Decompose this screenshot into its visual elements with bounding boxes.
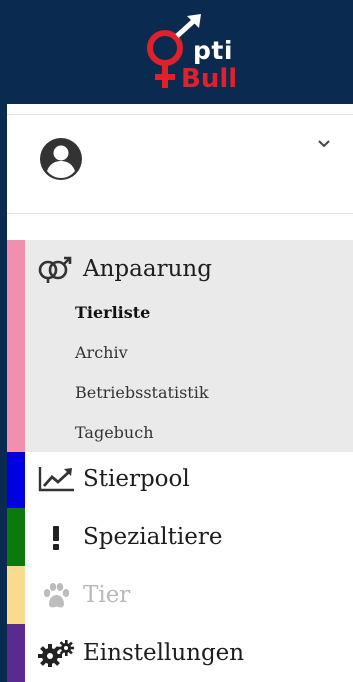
logo-text-bull: Bull bbox=[181, 64, 238, 94]
chart-line-icon bbox=[35, 465, 77, 493]
gender-mars-venus-icon bbox=[35, 255, 77, 283]
section-stripe-einstellungen bbox=[7, 624, 25, 682]
sidebar-menu: Anpaarung Tierliste Archiv Betriebsstati… bbox=[7, 240, 353, 682]
submenu-item-betriebsstatistik[interactable]: Betriebsstatistik bbox=[75, 380, 209, 420]
logo-text-opti: pti bbox=[193, 36, 233, 65]
menu-section-stierpool: Stierpool bbox=[7, 452, 353, 508]
menu-item-anpaarung[interactable]: Anpaarung bbox=[35, 254, 212, 284]
sidebar-frame bbox=[0, 0, 7, 682]
user-circle-icon[interactable] bbox=[39, 137, 83, 181]
section-stripe-spezialtiere bbox=[7, 508, 25, 566]
app-header: pti Bull bbox=[7, 0, 353, 104]
menu-label-anpaarung: Anpaarung bbox=[83, 256, 212, 282]
submenu-anpaarung: Tierliste Archiv Betriebsstatistik Tageb… bbox=[75, 300, 209, 460]
submenu-item-archiv[interactable]: Archiv bbox=[75, 340, 209, 380]
exclamation-icon bbox=[35, 523, 77, 551]
menu-label-einstellungen: Einstellungen bbox=[83, 640, 245, 666]
cogs-icon bbox=[35, 639, 77, 667]
menu-item-tier[interactable]: Tier bbox=[35, 580, 130, 610]
menu-label-spezialtiere: Spezialtiere bbox=[83, 524, 223, 550]
submenu-item-tierliste[interactable]: Tierliste bbox=[75, 300, 209, 340]
menu-item-spezialtiere[interactable]: Spezialtiere bbox=[35, 522, 222, 552]
header-gap bbox=[7, 104, 353, 114]
paw-icon bbox=[35, 581, 77, 609]
optibull-logo[interactable]: pti Bull bbox=[137, 14, 257, 100]
menu-section-einstellungen: Einstellungen bbox=[7, 624, 353, 682]
section-stripe-anpaarung bbox=[7, 240, 25, 452]
menu-section-anpaarung: Anpaarung Tierliste Archiv Betriebsstati… bbox=[7, 240, 353, 452]
menu-item-einstellungen[interactable]: Einstellungen bbox=[35, 638, 244, 668]
chevron-down-icon[interactable] bbox=[315, 135, 333, 153]
user-panel bbox=[7, 114, 353, 214]
menu-section-spezialtiere: Spezialtiere bbox=[7, 508, 353, 566]
menu-section-tier: Tier bbox=[7, 566, 353, 624]
menu-item-stierpool[interactable]: Stierpool bbox=[35, 464, 190, 494]
section-stripe-stierpool bbox=[7, 452, 25, 508]
section-stripe-tier bbox=[7, 566, 25, 624]
menu-label-stierpool: Stierpool bbox=[83, 466, 190, 492]
menu-label-tier: Tier bbox=[83, 582, 131, 608]
